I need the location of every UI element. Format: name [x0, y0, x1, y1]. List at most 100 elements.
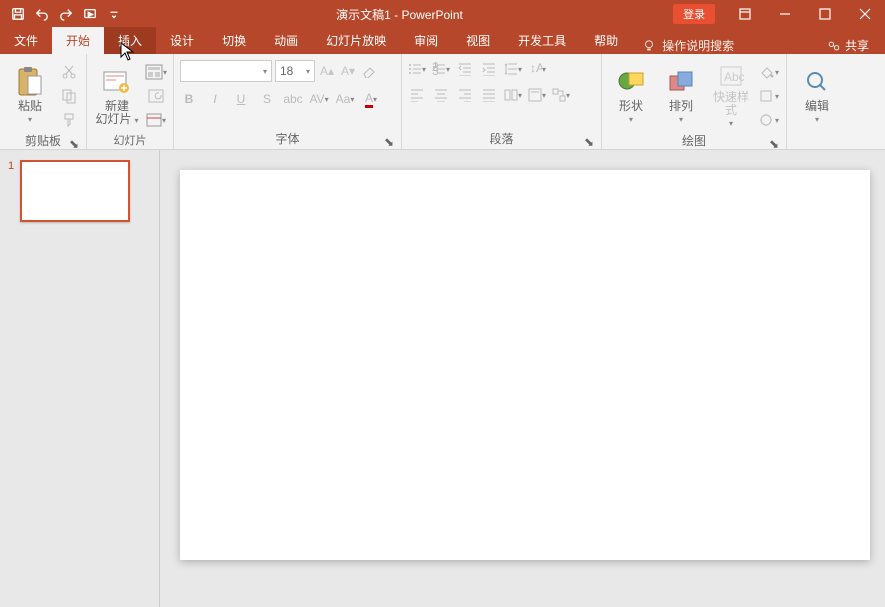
- strikethrough-button[interactable]: S: [258, 90, 276, 108]
- tab-view[interactable]: 视图: [452, 27, 504, 54]
- close-button[interactable]: [845, 0, 885, 28]
- effects-icon: [759, 113, 775, 127]
- align-right-button[interactable]: [456, 86, 474, 104]
- slide-canvas[interactable]: [180, 170, 870, 560]
- increase-font-button[interactable]: A▴: [318, 62, 336, 80]
- redo-button[interactable]: [54, 2, 78, 26]
- quickstyles-icon: Abc: [718, 64, 744, 88]
- slide-thumbnail-panel[interactable]: 1: [0, 150, 160, 607]
- clipboard-launcher[interactable]: ⬊: [68, 137, 80, 149]
- font-color-button[interactable]: A▾: [362, 90, 380, 108]
- tell-me-search[interactable]: 操作说明搜索: [632, 37, 744, 54]
- tab-animations[interactable]: 动画: [260, 27, 312, 54]
- change-case-button[interactable]: Aa▾: [336, 90, 354, 108]
- align-center-icon: [434, 88, 448, 102]
- arrange-button[interactable]: 排列▾: [658, 60, 704, 130]
- shapes-button[interactable]: 形状▾: [608, 60, 654, 130]
- slide-editor[interactable]: [160, 150, 885, 607]
- align-center-button[interactable]: [432, 86, 450, 104]
- tab-help[interactable]: 帮助: [580, 27, 632, 54]
- decrease-indent-button[interactable]: [456, 60, 474, 78]
- slide-thumbnail[interactable]: [20, 160, 130, 222]
- underline-button[interactable]: U: [232, 90, 250, 108]
- decrease-font-button[interactable]: A▾: [339, 62, 357, 80]
- tab-transitions[interactable]: 切换: [208, 27, 260, 54]
- text-direction-button[interactable]: ↕A▾: [528, 60, 546, 78]
- bold-button[interactable]: B: [180, 90, 198, 108]
- share-button[interactable]: 共享: [811, 37, 885, 54]
- smartart-button[interactable]: ▾: [552, 86, 570, 104]
- drawing-launcher[interactable]: ⬊: [768, 137, 780, 149]
- character-spacing-button[interactable]: AV▾: [310, 90, 328, 108]
- start-from-beginning-button[interactable]: [78, 2, 102, 26]
- maximize-button[interactable]: [805, 0, 845, 28]
- align-left-button[interactable]: [408, 86, 426, 104]
- svg-text:↕A: ↕A: [530, 62, 542, 75]
- increase-indent-button[interactable]: [480, 60, 498, 78]
- copy-button[interactable]: [58, 86, 80, 106]
- ribbon: 粘贴▾ 剪贴板⬊ 新建 幻灯片 ▾ ▾ ▾ 幻灯片: [0, 54, 885, 150]
- numbering-icon: 123: [432, 62, 446, 76]
- tab-slideshow[interactable]: 幻灯片放映: [312, 27, 400, 54]
- editing-button[interactable]: 编辑▾: [793, 60, 841, 130]
- format-painter-button[interactable]: [58, 110, 80, 130]
- shape-effects-button[interactable]: ▾: [758, 110, 780, 130]
- tab-file[interactable]: 文件: [0, 27, 52, 54]
- tab-insert[interactable]: 插入: [104, 27, 156, 54]
- text-direction-icon: ↕A: [528, 62, 542, 76]
- paste-button[interactable]: 粘贴▾: [6, 60, 54, 130]
- new-slide-button[interactable]: 新建 幻灯片 ▾: [93, 60, 141, 130]
- quick-access-toolbar: [0, 2, 126, 26]
- shape-outline-button[interactable]: ▾: [758, 86, 780, 106]
- justify-button[interactable]: [480, 86, 498, 104]
- undo-button[interactable]: [30, 2, 54, 26]
- ribbon-display-options[interactable]: [725, 0, 765, 28]
- slide-number: 1: [8, 160, 14, 172]
- tab-developer[interactable]: 开发工具: [504, 27, 580, 54]
- text-shadow-button[interactable]: abc: [284, 90, 302, 108]
- section-button[interactable]: ▾: [145, 110, 167, 130]
- tab-home[interactable]: 开始: [52, 27, 104, 54]
- brush-icon: [61, 112, 77, 128]
- bullets-button[interactable]: ▾: [408, 60, 426, 78]
- group-clipboard: 粘贴▾ 剪贴板⬊: [0, 54, 87, 149]
- shape-fill-button[interactable]: ▾: [758, 62, 780, 82]
- paragraph-launcher[interactable]: ⬊: [583, 135, 595, 147]
- cut-button[interactable]: [58, 62, 80, 82]
- layout-icon: [145, 64, 163, 80]
- clipboard-icon: [16, 66, 44, 98]
- scissors-icon: [61, 64, 77, 80]
- svg-text:Abc: Abc: [724, 70, 744, 84]
- font-family-combo[interactable]: ▾: [180, 60, 272, 82]
- justify-icon: [482, 88, 496, 102]
- align-text-button[interactable]: ▾: [528, 86, 546, 104]
- ribbon-tabs: 文件 开始 插入 设计 切换 动画 幻灯片放映 审阅 视图 开发工具 帮助 操作…: [0, 28, 885, 54]
- numbering-button[interactable]: 123▾: [432, 60, 450, 78]
- quick-styles-button[interactable]: Abc 快速样式▾: [708, 60, 754, 130]
- slide-thumbnail-1[interactable]: 1: [8, 160, 151, 222]
- reset-slide-button[interactable]: [145, 86, 167, 106]
- spacing-icon: [504, 62, 518, 76]
- login-button[interactable]: 登录: [673, 4, 715, 24]
- tab-review[interactable]: 审阅: [400, 27, 452, 54]
- group-drawing: 形状▾ 排列▾ Abc 快速样式▾ ▾ ▾ ▾ 绘图⬊: [602, 54, 787, 149]
- svg-text:3: 3: [432, 64, 439, 76]
- slide-layout-button[interactable]: ▾: [145, 62, 167, 82]
- font-launcher[interactable]: ⬊: [383, 135, 395, 147]
- shapes-icon: [617, 69, 645, 95]
- title-bar: 演示文稿1 - PowerPoint 登录: [0, 0, 885, 28]
- italic-button[interactable]: I: [206, 90, 224, 108]
- arrange-icon: [668, 70, 694, 94]
- columns-button[interactable]: ▾: [504, 86, 522, 104]
- clear-formatting-button[interactable]: [360, 62, 378, 80]
- workspace: 1: [0, 150, 885, 607]
- line-spacing-button[interactable]: ▾: [504, 60, 522, 78]
- minimize-button[interactable]: [765, 0, 805, 28]
- qat-customize-dropdown[interactable]: [102, 2, 126, 26]
- svg-text:2: 2: [432, 62, 439, 74]
- window-title: 演示文稿1 - PowerPoint: [126, 6, 673, 23]
- save-button[interactable]: [6, 2, 30, 26]
- tab-design[interactable]: 设计: [156, 27, 208, 54]
- font-size-combo[interactable]: 18▾: [275, 60, 315, 82]
- columns-icon: [504, 88, 518, 102]
